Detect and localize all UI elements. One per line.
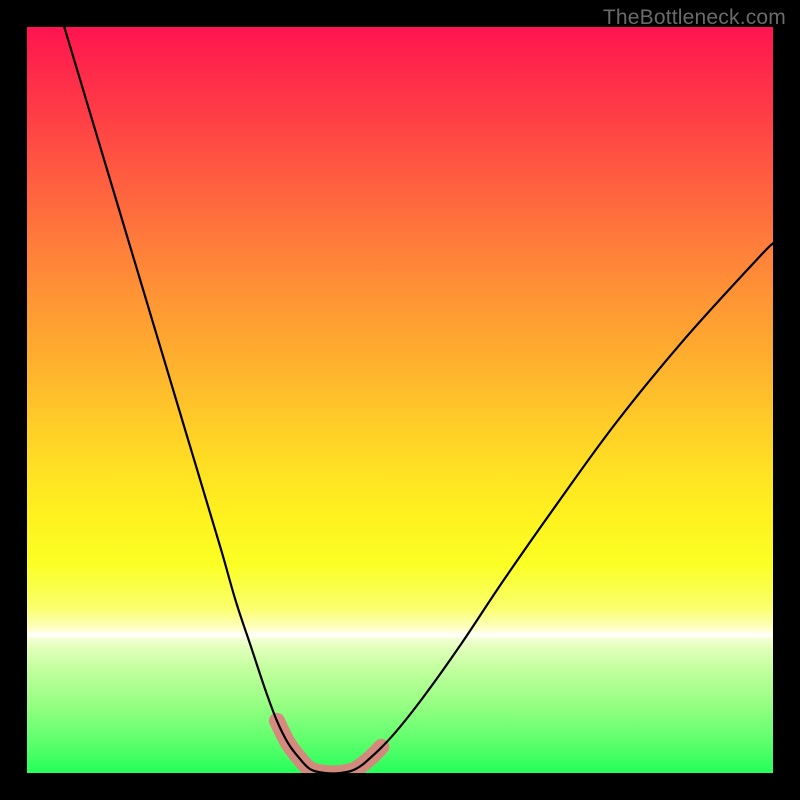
plot-area (27, 27, 773, 773)
curve-layer (27, 27, 773, 773)
bottleneck-curve (64, 27, 773, 773)
highlight-zone (277, 721, 381, 773)
watermark-text: TheBottleneck.com (603, 6, 786, 30)
chart-frame: TheBottleneck.com (0, 0, 800, 800)
